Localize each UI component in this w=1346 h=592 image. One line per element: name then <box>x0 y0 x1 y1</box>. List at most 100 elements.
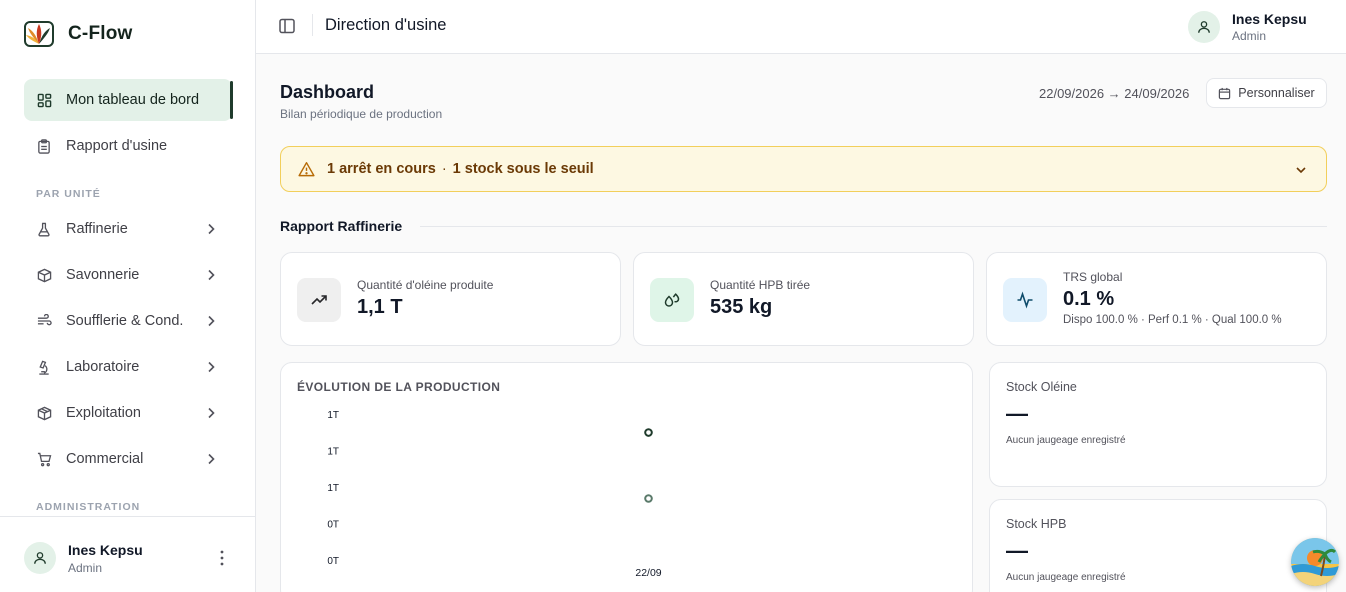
chevron-right-icon <box>208 315 215 327</box>
header-user-name[interactable]: Ines Kepsu <box>1232 11 1307 27</box>
user-name: Ines Kepsu <box>68 542 143 558</box>
assistant-fab[interactable] <box>1291 538 1339 586</box>
data-point-series-0[interactable] <box>644 428 653 437</box>
sidebar-item-soufflerie[interactable]: Soufflerie & Cond. <box>24 300 232 342</box>
flask-icon <box>36 221 52 237</box>
section-label-admin: ADMINISTRATION <box>36 501 141 513</box>
production-chart-card: ÉVOLUTION DE LA PRODUCTION 1T 1T 1T 0T 0T 22/… <box>280 362 973 592</box>
sidebar: C-Flow Mon tableau de bord Rapport d'usi… <box>0 0 256 592</box>
sidebar-item-label: Commercial <box>66 451 144 467</box>
sidebar-item-savonnerie[interactable]: Savonnerie <box>24 254 232 296</box>
stock-title: Stock Oléine <box>1006 380 1077 394</box>
sidebar-toggle-icon[interactable] <box>278 17 296 35</box>
stock-value: — <box>1006 401 1028 426</box>
sidebar-item-dashboard[interactable]: Mon tableau de bord <box>24 79 233 121</box>
kpi-breakdown: Dispo 100.0 % · Perf 0.1 % · Qual 100.0 … <box>1063 314 1282 326</box>
stock-card-oleine[interactable]: Stock Oléine — Aucun jaugeage enregistré <box>989 362 1327 487</box>
sidebar-item-label: Savonnerie <box>66 267 140 283</box>
package-icon <box>36 405 52 421</box>
chevron-right-icon <box>208 407 215 419</box>
header-divider <box>312 14 313 36</box>
alert-stock: 1 stock sous le seuil <box>452 161 594 177</box>
kpi-label: Quantité d'oléine produite <box>357 278 494 292</box>
stock-value: — <box>1006 538 1028 563</box>
activity-icon <box>1017 291 1033 309</box>
stock-subtitle: Aucun jaugeage enregistré <box>1006 435 1126 446</box>
page-subtitle: Bilan périodique de production <box>280 107 443 121</box>
header-user-role: Admin <box>1232 29 1267 43</box>
customize-label: Personnaliser <box>1238 86 1315 100</box>
microscope-icon <box>36 359 52 375</box>
user-icon <box>34 552 46 564</box>
user-role: Admin <box>68 561 103 575</box>
top-header: Direction d'usine Ines Kepsu Admin <box>256 0 1346 54</box>
production-chart: 1T 1T 1T 0T 0T 22/09 <box>327 410 661 579</box>
page-title: Dashboard <box>280 82 375 102</box>
cube-icon <box>36 267 52 283</box>
kpi-value: 1,1 T <box>357 296 403 318</box>
section-label-units: PAR UNITÉ <box>36 188 101 200</box>
stock-card-hpb[interactable]: Stock HPB — Aucun jaugeage enregistré <box>989 499 1327 592</box>
main-content: Dashboard Bilan périodique de production… <box>256 55 1346 592</box>
avatar[interactable] <box>1188 11 1220 43</box>
sidebar-item-raffinerie[interactable]: Raffinerie <box>24 208 232 250</box>
y-tick-label: 1T <box>327 447 339 458</box>
stock-subtitle: Aucun jaugeage enregistré <box>1006 572 1126 583</box>
avatar <box>24 542 56 574</box>
alert-separator: · <box>441 161 447 177</box>
sidebar-item-label: Mon tableau de bord <box>66 92 200 108</box>
sidebar-item-commercial[interactable]: Commercial <box>24 438 232 480</box>
y-tick-label: 0T <box>327 556 339 567</box>
clipboard-icon <box>36 138 52 154</box>
app-name: C-Flow <box>68 23 133 44</box>
kpi-value: 535 kg <box>710 296 773 318</box>
kpi-card-trs[interactable]: TRS global 0.1 % Dispo 100.0 % · Perf 0.… <box>986 252 1327 346</box>
sidebar-item-label: Rapport d'usine <box>66 138 168 154</box>
kpi-label: TRS global <box>1063 270 1123 284</box>
chevron-right-icon <box>208 453 215 465</box>
sidebar-item-exploitation[interactable]: Exploitation <box>24 392 232 434</box>
y-tick-label: 0T <box>327 520 339 531</box>
kpi-card-hpb[interactable]: Quantité HPB tirée 535 kg <box>633 252 974 346</box>
kpi-label: Quantité HPB tirée <box>710 278 811 292</box>
kpi-icon-box <box>1003 278 1047 322</box>
droplets-icon <box>664 293 680 307</box>
calendar-icon <box>1219 87 1231 99</box>
stock-title: Stock HPB <box>1006 517 1067 531</box>
sidebar-item-label: Exploitation <box>66 405 141 421</box>
sidebar-item-rapport-usine[interactable]: Rapport d'usine <box>24 125 232 167</box>
user-icon <box>1198 21 1210 33</box>
section-rule <box>420 226 1327 227</box>
data-point-series-1[interactable] <box>644 494 653 503</box>
brand[interactable]: C-Flow <box>24 20 133 48</box>
cart-icon <box>36 451 52 467</box>
trending-up-icon <box>311 295 327 305</box>
sidebar-user-menu[interactable]: Ines Kepsu Admin <box>0 516 255 592</box>
y-tick-label: 1T <box>327 410 339 421</box>
y-tick-label: 1T <box>327 483 339 494</box>
chevron-down-icon[interactable] <box>1294 163 1308 177</box>
sidebar-item-laboratoire[interactable]: Laboratoire <box>24 346 232 388</box>
kpi-card-oleine[interactable]: Quantité d'oléine produite 1,1 T <box>280 252 621 346</box>
alert-stoppages: 1 arrêt en cours <box>327 161 436 177</box>
sidebar-item-label: Soufflerie & Cond. <box>66 313 184 329</box>
warning-triangle-icon <box>298 161 315 176</box>
sidebar-item-label: Laboratoire <box>66 359 140 375</box>
alert-text: 1 arrêt en cours · 1 stock sous le seuil <box>327 161 594 177</box>
customize-button[interactable]: Personnaliser <box>1206 78 1327 108</box>
kpi-icon-box <box>297 278 341 322</box>
x-tick-label: 22/09 <box>635 567 661 579</box>
section-heading: Rapport Raffinerie <box>280 218 403 234</box>
wind-icon <box>36 313 52 329</box>
chevron-right-icon <box>208 269 215 281</box>
date-range[interactable]: 22/09/2026 → 24/09/2026 <box>1039 86 1189 101</box>
layout-grid-icon <box>36 92 52 108</box>
c-flow-logo-icon <box>24 21 54 47</box>
alert-banner[interactable]: 1 arrêt en cours · 1 stock sous le seuil <box>280 146 1327 192</box>
chevron-right-icon <box>208 361 215 373</box>
beach-logo-icon <box>1291 538 1339 586</box>
kpi-value: 0.1 % <box>1063 288 1115 310</box>
header-title: Direction d'usine <box>325 16 447 34</box>
more-vertical-icon[interactable] <box>214 549 230 567</box>
kpi-icon-box <box>650 278 694 322</box>
